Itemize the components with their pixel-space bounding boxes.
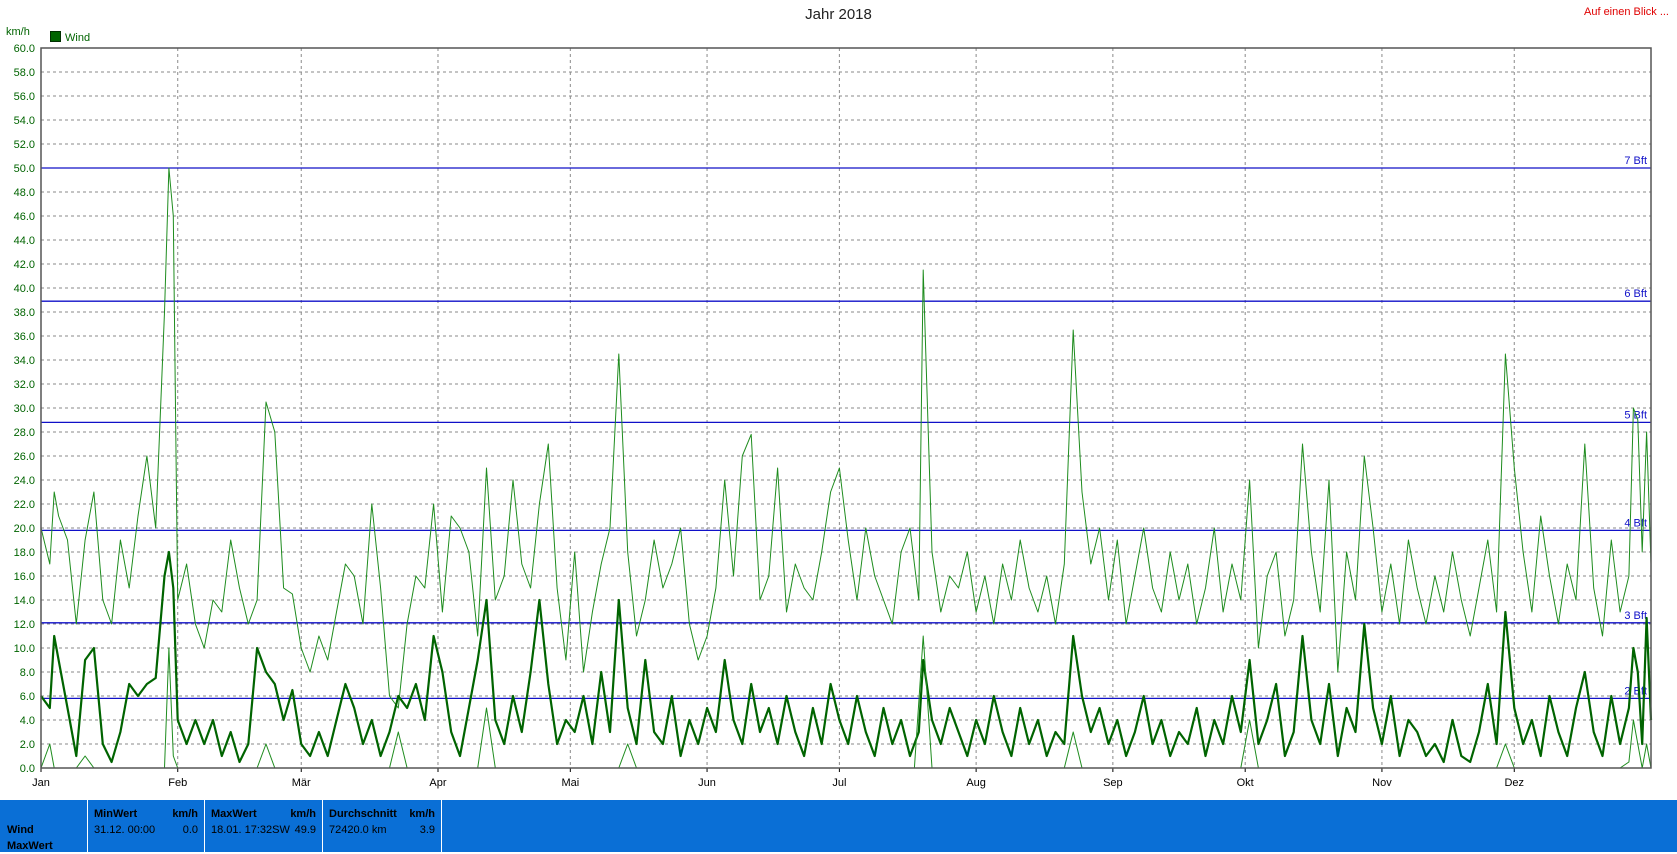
wind-year-chart: 0.0 2.0 4.0 6.0 8.0 10.0 12.0 14.0 16.0 18.0 20.0 2… (14, 43, 1653, 789)
x-tick-label: Jun (698, 777, 716, 789)
x-tick-label: Sep (1103, 777, 1123, 789)
stats-panel: Wind MaxWert MinWert km/h 31.12. 00:00 0… (0, 800, 1677, 852)
stats-minwert: MinWert km/h 31.12. 00:00 0.0 (87, 800, 204, 852)
y-tick-label: 26.0 (14, 451, 35, 463)
series-line-max (40, 167, 1652, 709)
stats-row-wind: Wind (7, 824, 34, 836)
y-tick-label: 36.0 (14, 331, 35, 343)
maxwert-unit: km/h (290, 808, 316, 820)
y-tick-label: 16.0 (14, 571, 35, 583)
x-tick-label: Aug (966, 777, 986, 789)
beaufort-label: 3 Bft (1624, 610, 1647, 622)
y-axis-unit: km/h (6, 26, 30, 38)
x-tick-label: Jan (32, 777, 50, 789)
y-tick-label: 2.0 (20, 739, 35, 751)
x-tick-label: Mär (292, 777, 311, 789)
y-tick-label: 52.0 (14, 139, 35, 151)
x-tick-label: Nov (1372, 777, 1392, 789)
x-tick-label: Jul (832, 777, 846, 789)
durchschnitt-value: 3.9 (419, 824, 435, 836)
y-tick-label: 40.0 (14, 283, 35, 295)
minwert-unit: km/h (172, 808, 198, 820)
y-tick-label: 38.0 (14, 307, 35, 319)
x-tick-label: Apr (429, 777, 446, 789)
x-tick-label: Feb (168, 777, 187, 789)
x-tick-label: Dez (1504, 777, 1524, 789)
y-tick-label: 50.0 (14, 163, 35, 175)
y-tick-label: 56.0 (14, 91, 35, 103)
beaufort-label: 6 Bft (1624, 288, 1647, 300)
y-tick-label: 48.0 (14, 187, 35, 199)
y-tick-label: 42.0 (14, 259, 35, 271)
y-tick-label: 44.0 (14, 235, 35, 247)
durchschnitt-distance: 72420.0 km (329, 824, 387, 836)
y-tick-label: 54.0 (14, 115, 35, 127)
beaufort-label: 7 Bft (1624, 155, 1647, 167)
maxwert-header: MaxWert (211, 808, 257, 820)
maxwert-time: 18.01. 17:32SW (211, 824, 290, 836)
stats-durchschnitt: Durchschnitt km/h 72420.0 km 3.9 (322, 800, 442, 852)
glance-link[interactable]: Auf einen Blick ... (1584, 6, 1669, 18)
y-tick-label: 28.0 (14, 427, 35, 439)
y-tick-label: 12.0 (14, 619, 35, 631)
legend-swatch (50, 31, 61, 42)
y-tick-label: 24.0 (14, 475, 35, 487)
y-tick-label: 6.0 (20, 691, 35, 703)
y-tick-label: 0.0 (20, 763, 35, 775)
x-tick-label: Mai (561, 777, 579, 789)
y-tick-label: 8.0 (20, 667, 35, 679)
y-tick-label: 30.0 (14, 403, 35, 415)
stats-row-labels: Wind MaxWert (7, 822, 53, 854)
durchschnitt-header: Durchschnitt (329, 808, 397, 820)
y-tick-label: 4.0 (20, 715, 35, 727)
y-tick-label: 60.0 (14, 43, 35, 55)
y-tick-label: 20.0 (14, 523, 35, 535)
durchschnitt-unit: km/h (409, 808, 435, 820)
y-tick-label: 58.0 (14, 67, 35, 79)
y-tick-label: 32.0 (14, 379, 35, 391)
y-tick-label: 18.0 (14, 547, 35, 559)
minwert-value: 0.0 (182, 824, 198, 836)
y-tick-label: 22.0 (14, 499, 35, 511)
series-line-min (40, 635, 1652, 769)
x-tick-label: Okt (1237, 777, 1254, 789)
y-tick-label: 34.0 (14, 355, 35, 367)
y-tick-label: 14.0 (14, 595, 35, 607)
y-tick-label: 10.0 (14, 643, 35, 655)
chart-title: Jahr 2018 (805, 6, 872, 23)
stats-maxwert: MaxWert km/h 18.01. 17:32SW 49.9 (204, 800, 322, 852)
maxwert-value: 49.9 (294, 824, 316, 836)
legend-label: Wind (65, 32, 91, 44)
minwert-header: MinWert (94, 808, 138, 820)
series-line-average (40, 550, 1653, 764)
legend: Wind (50, 31, 90, 44)
minwert-time: 31.12. 00:00 (94, 824, 156, 836)
y-tick-label: 46.0 (14, 211, 35, 223)
